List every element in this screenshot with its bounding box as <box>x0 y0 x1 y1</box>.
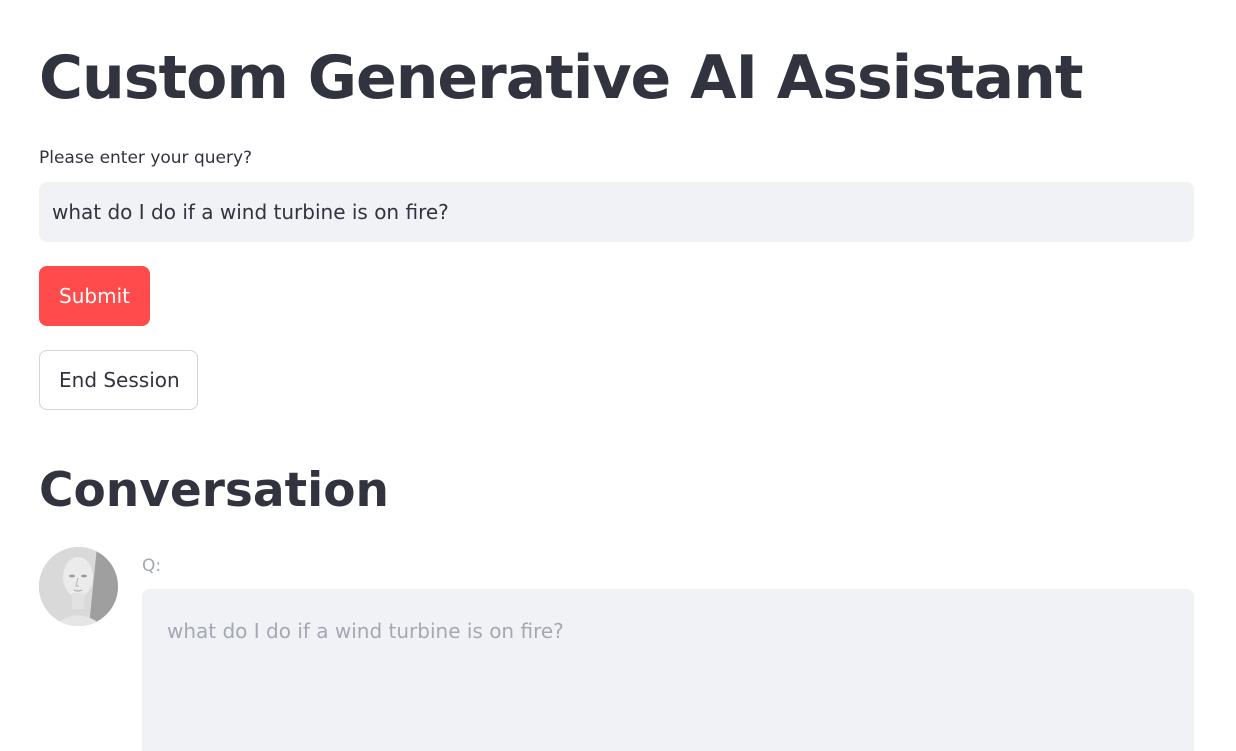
question-text-box: what do I do if a wind turbine is on fir… <box>142 589 1194 751</box>
submit-button[interactable]: Submit <box>39 266 150 326</box>
query-input[interactable] <box>39 182 1194 242</box>
question-label: Q: <box>142 556 162 576</box>
page-title: Custom Generative AI Assistant <box>39 43 1083 113</box>
mannequin-head-icon <box>39 547 118 626</box>
app-page: Custom Generative AI Assistant Please en… <box>0 0 1236 751</box>
query-label: Please enter your query? <box>39 148 253 168</box>
question-text: what do I do if a wind turbine is on fir… <box>167 619 564 643</box>
conversation-heading: Conversation <box>39 463 389 518</box>
end-session-button[interactable]: End Session <box>39 350 198 410</box>
